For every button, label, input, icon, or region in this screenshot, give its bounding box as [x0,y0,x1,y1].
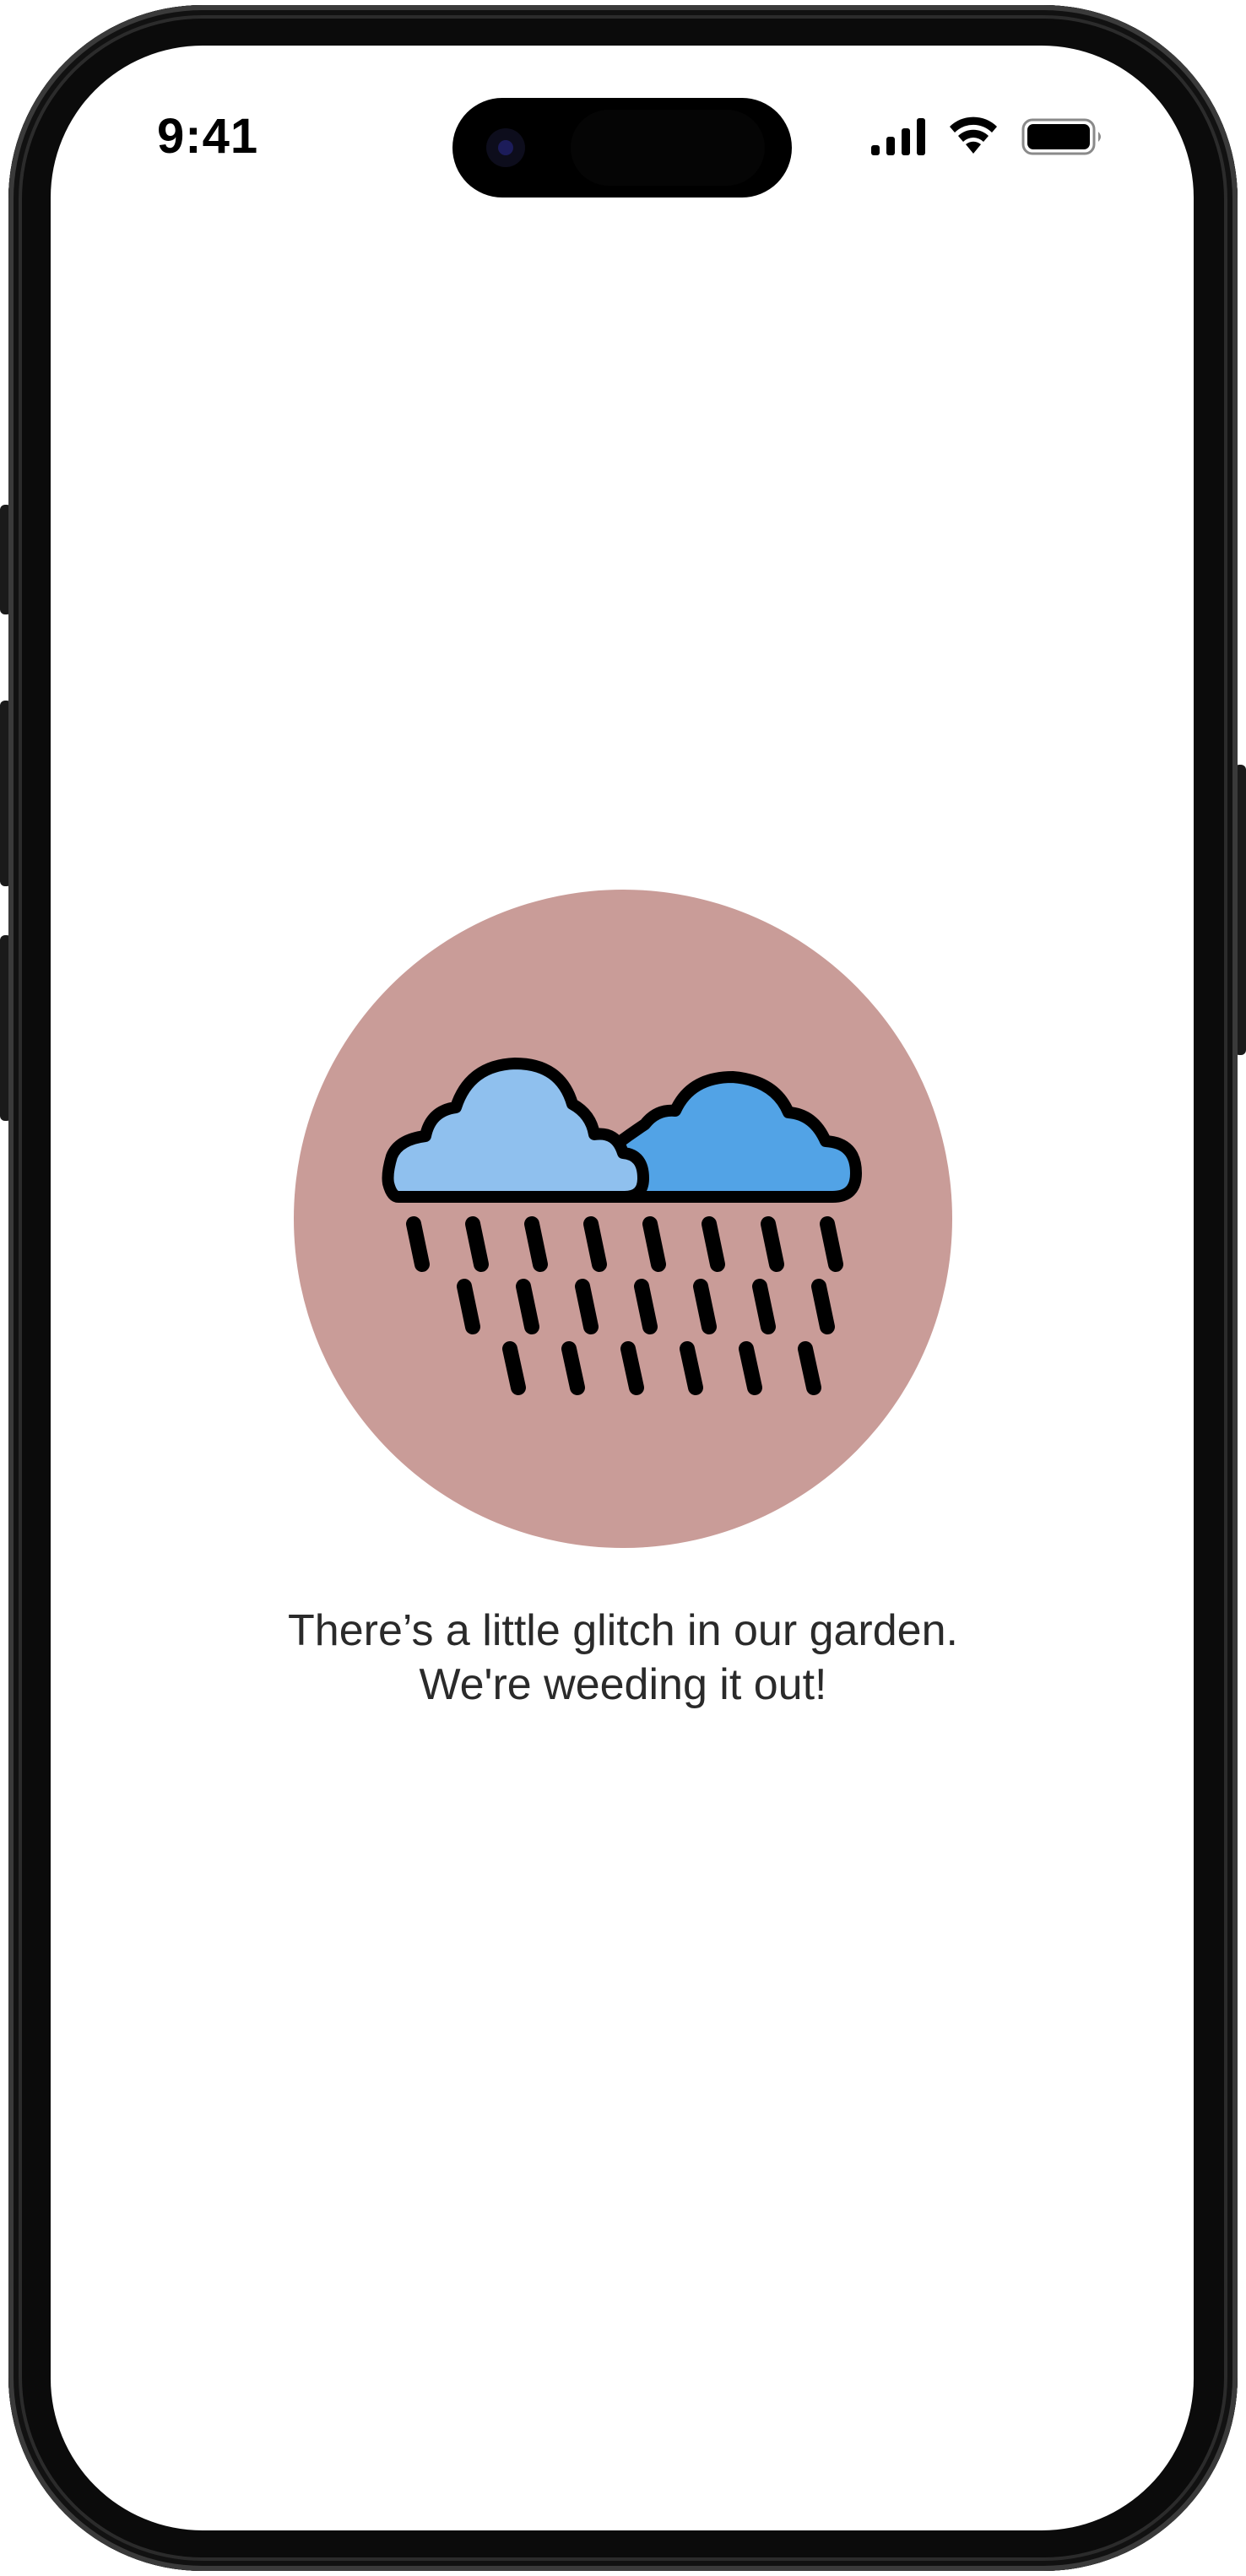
error-message-line-1: There’s a little glitch in our garden. [288,1606,958,1655]
illustration-background-circle [294,890,952,1548]
face-id-sensor [571,110,765,186]
front-camera-icon [486,128,525,167]
error-message: There’s a little glitch in our garden. W… [169,1604,1077,1712]
cellular-signal-icon [871,118,925,155]
battery-icon [1021,118,1101,155]
error-message-line-2: We're weeding it out! [419,1660,827,1709]
error-illustration [294,890,952,1548]
status-time: 9:41 [157,109,259,164]
wifi-icon [950,116,997,154]
status-icons [869,116,1106,159]
dynamic-island [452,98,792,198]
